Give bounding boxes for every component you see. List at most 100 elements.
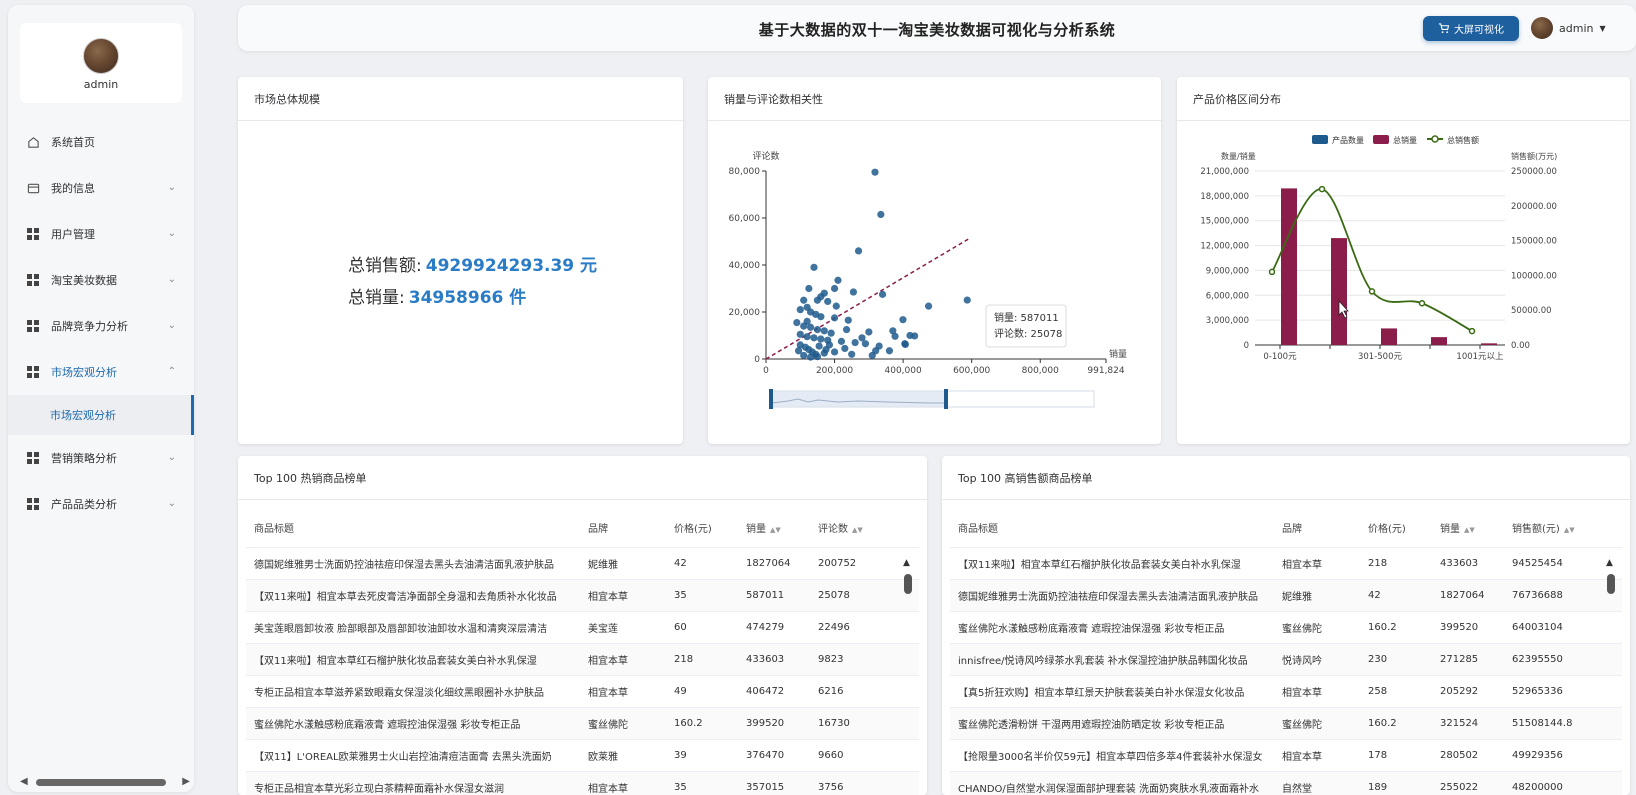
table-row[interactable]: 专柜正品相宜本草光彩立现白茶精粹面霜补水保湿女滋润 相宜本草 35 357015 375… <box>246 772 919 795</box>
scatter-point <box>844 316 852 324</box>
legend-label: 总销量 <box>1393 135 1417 145</box>
price-combo-chart[interactable]: 产品数量 总销量 总销售额数量/销量 销售额(万元) 0 3,000,000 6,000,0… <box>1177 121 1630 444</box>
sidebar-item-category-analysis[interactable]: 产品品类分析 ⌄ <box>8 481 194 527</box>
sidebar-item-taobao-data[interactable]: 淘宝美妆数据 ⌄ <box>8 257 194 303</box>
y-axis-label-left: 数量/销量 <box>1221 151 1256 161</box>
table-cell: 62395550 <box>1512 654 1563 665</box>
table-vertical-scrollbar[interactable]: ▲ <box>903 558 913 788</box>
card-icon <box>26 181 40 195</box>
scatter-point <box>813 353 822 361</box>
tooltip-box <box>985 304 1067 348</box>
home-icon <box>26 135 40 149</box>
y-left-tick-label: 0 <box>1244 341 1249 351</box>
line-point <box>1368 288 1376 295</box>
sidebar-item-my-info[interactable]: 我的信息 ⌄ <box>8 165 194 211</box>
scatter-chart[interactable]: 评论数销量 0 20,000 40,000 60,000 80,000 0 200,000 40… <box>708 121 1161 444</box>
table-row[interactable]: 【双11来啦】相宜本草去死皮膏洁净面部全身温和去角质补水化妆品 相宜本草 35 587… <box>246 580 919 612</box>
table-cell: 相宜本草 <box>588 656 628 667</box>
sidebar-item-label: 品牌竞争力分析 <box>51 320 128 333</box>
table-row[interactable]: 美宝莲眼唇卸妆液 脸部眼部及唇部卸妆油卸妆水温和清爽深层清洁 美宝莲 60 47427… <box>246 612 919 644</box>
chevron-icon: ⌃ <box>167 366 176 377</box>
chevron-icon: ⌄ <box>167 182 176 193</box>
scatter-point <box>848 350 856 358</box>
column-header[interactable]: 评论数 ▲▼ <box>810 520 882 535</box>
column-header[interactable]: 销量 ▲▼ <box>738 520 810 535</box>
column-header-label: 商品标题 <box>958 524 998 535</box>
sidebar-item-market-analysis[interactable]: 市场宏观分析 ⌃ <box>8 349 194 395</box>
scatter-card: 销量与评论数相关性 评论数 销量 0 20,000 40,000 60,000 80,000… <box>708 77 1161 444</box>
table-row[interactable]: 专柜正品相宜本草滋养紧致眼霜女保湿淡化细纹黑眼圈补水护肤品 相宜本草 49 40647… <box>246 676 919 708</box>
scatter-point <box>841 344 849 353</box>
avatar[interactable] <box>1531 17 1553 39</box>
scatter-point <box>796 306 804 314</box>
y-right-tick-label: 0.00 <box>1511 341 1530 351</box>
table-row[interactable]: CHANDO/自然堂水润保湿面部护理套装 洗面奶爽肤水乳液面霜补水 自然堂 189 2… <box>950 772 1622 795</box>
scatter-point <box>899 316 907 324</box>
table-cell: 【抢限量3000名半价仅59元】相宜本草四倍多萃4件套装补水保湿女 <box>958 752 1263 763</box>
line-point <box>1418 299 1426 307</box>
sort-icon[interactable]: ▲▼ <box>1464 526 1475 534</box>
column-header: 价格(元) <box>666 520 738 535</box>
x-tick-label: 0 <box>763 366 769 376</box>
table-row[interactable]: innisfree/悦诗风吟绿茶水乳套装 补水保湿控油护肤品韩国化妆品 悦诗风吟 2… <box>950 644 1622 676</box>
user-menu[interactable]: admin ▼ <box>1531 17 1606 39</box>
scatter-point <box>891 332 899 340</box>
table-cell: 51508144.8 <box>1512 718 1573 729</box>
table-cell: 25078 <box>818 590 850 601</box>
sort-icon[interactable]: ▲▼ <box>770 526 781 534</box>
sidebar-item-label: 用户管理 <box>51 228 95 241</box>
table-cell: 欧莱雅 <box>588 752 618 763</box>
table-cell: 406472 <box>746 686 785 697</box>
table-row[interactable]: 【双11来啦】相宜本草红石榴护肤化妆品套装女美白补水乳保湿 相宜本草 218 4336… <box>950 548 1622 580</box>
scroll-right-arrow-icon[interactable]: ▶ <box>182 776 190 787</box>
scatter-point <box>854 247 863 255</box>
table-row[interactable]: 【双11来啦】相宜本草红石榴护肤化妆品套装女美白补水乳保湿 相宜本草 218 4336… <box>246 644 919 676</box>
y-left-tick-label: 18,000,000 <box>1200 192 1249 202</box>
sidebar-item-marketing-analysis[interactable]: 营销策略分析 ⌄ <box>8 435 194 481</box>
big-screen-button[interactable]: 大屏可视化 <box>1423 16 1519 41</box>
bar-total-volume <box>1431 337 1447 345</box>
sidebar-item-user-management[interactable]: 用户管理 ⌄ <box>8 211 194 257</box>
sort-icon[interactable]: ▲▼ <box>1564 526 1575 534</box>
table-cell: 专柜正品相宜本草光彩立现白茶精粹面霜补水保湿女滋润 <box>254 784 504 795</box>
table-row[interactable]: 蜜丝佛陀水漾触感粉底霜液膏 遮瑕控油保湿强 彩妆专柜正品 蜜丝佛陀 160.2 399… <box>950 612 1622 644</box>
column-header[interactable]: 销售额(元) ▲▼ <box>1504 520 1576 535</box>
scatter-point <box>825 341 834 349</box>
y-axis-label: 评论数 <box>752 150 779 162</box>
sidebar-item-home[interactable]: 系统首页 <box>8 119 194 165</box>
sort-icon[interactable]: ▲▼ <box>852 526 863 534</box>
scrollbar-thumb[interactable] <box>36 779 166 786</box>
user-profile-card: admin <box>20 23 182 103</box>
table-row[interactable]: 蜜丝佛陀透滑粉饼 干湿两用遮瑕控油防晒定妆 彩妆专柜正品 蜜丝佛陀 160.2 321… <box>950 708 1622 740</box>
table-cell: 321524 <box>1440 718 1479 729</box>
table-row[interactable]: 【抢限量3000名半价仅59元】相宜本草四倍多萃4件套装补水保湿女 相宜本草 178… <box>950 740 1622 772</box>
table-cell: 美宝莲 <box>588 624 618 635</box>
table-cell: 35 <box>674 782 687 793</box>
grid-icon <box>26 273 40 287</box>
line-point <box>1318 185 1326 193</box>
table-cell: 587011 <box>746 590 785 601</box>
x-tick-label: 800,000 <box>1022 366 1059 376</box>
table-vertical-scrollbar[interactable]: ▲ <box>1606 558 1616 788</box>
column-header[interactable]: 销量 ▲▼ <box>1432 520 1504 535</box>
table-row[interactable]: 【双11】L'OREAL欧莱雅男士火山岩控油清痘洁面膏 去黑头洗面奶 欧莱雅 39 3… <box>246 740 919 772</box>
x-tick-label: 991,824 <box>1087 366 1124 376</box>
table-row[interactable]: 德国妮维雅男士洗面奶控油祛痘印保湿去黑头去油清洁面乳液护肤品 妮维雅 42 18270… <box>246 548 919 580</box>
sidebar-item-brand-analysis[interactable]: 品牌竞争力分析 ⌄ <box>8 303 194 349</box>
table-row[interactable]: 【真5折狂欢购】相宜本草红景天护肤套装美白补水保湿女化妆品 相宜本草 258 2052… <box>950 676 1622 708</box>
column-header-label: 销量 <box>746 524 766 535</box>
table-cell: 自然堂 <box>1282 784 1312 795</box>
top-revenue-table: 商品标题 品牌 价格(元) 销量 ▲▼ 销售额(元) ▲▼ 【双11来啦】相宜本草红石榴护肤化… <box>950 508 1622 795</box>
sidebar-horizontal-scrollbar[interactable]: ◀ ▶ <box>16 775 194 789</box>
table-row[interactable]: 蜜丝佛陀水漾触感粉底霜液膏 遮瑕控油保湿强 彩妆专柜正品 蜜丝佛陀 160.2 399… <box>246 708 919 740</box>
table-row[interactable]: 德国妮维雅男士洗面奶控油祛痘印保湿去黑头去油清洁面乳液护肤品 妮维雅 42 18270… <box>950 580 1622 612</box>
table-cell: 1827064 <box>746 558 791 569</box>
table-cell: CHANDO/自然堂水润保湿面部护理套装 洗面奶爽肤水乳液面霜补水 <box>958 784 1259 795</box>
scroll-left-arrow-icon[interactable]: ◀ <box>20 776 28 787</box>
column-header: 价格(元) <box>1360 520 1432 535</box>
avatar[interactable] <box>83 38 119 74</box>
table-cell: 178 <box>1368 750 1388 761</box>
sidebar-subitem-market-analysis[interactable]: 市场宏观分析 <box>8 395 194 435</box>
table-cell: 218 <box>1368 558 1388 569</box>
scatter-point <box>901 340 909 348</box>
